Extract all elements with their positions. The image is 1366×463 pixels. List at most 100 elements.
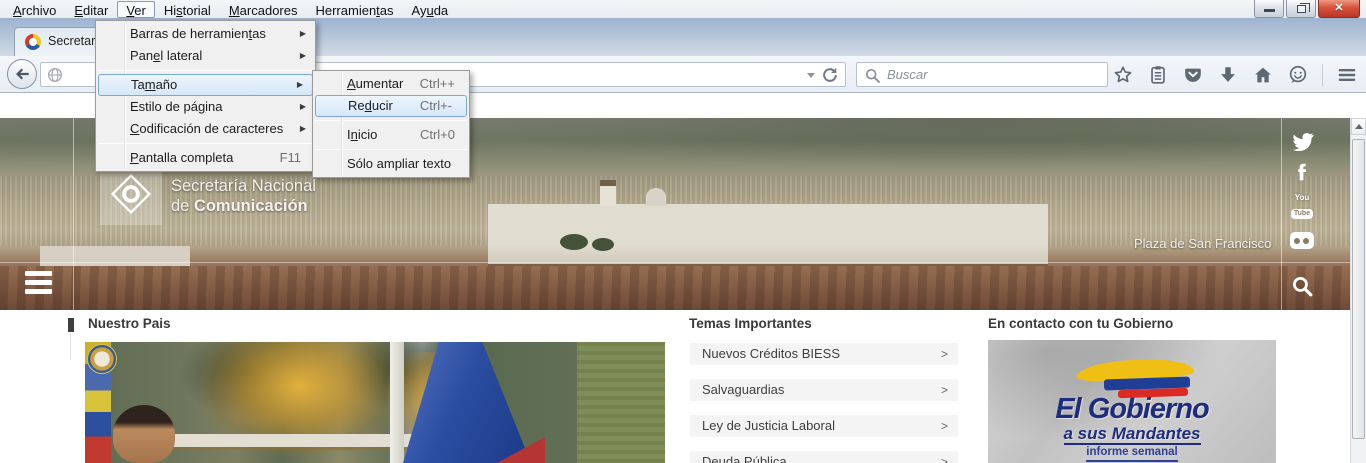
menu-item-codificacion[interactable]: Codificación de caracteres ▶ (96, 118, 315, 140)
youtube-icon: You (1289, 194, 1315, 202)
site-logo-line2: de Comunicación (171, 196, 316, 216)
menu-item-panel-lateral[interactable]: Panel lateral ▶ (96, 45, 315, 67)
menubar-item-ver[interactable]: Ver (117, 1, 155, 18)
menu-shortcut: Ctrl+0 (420, 124, 455, 146)
hamburger-icon (25, 289, 52, 294)
restore-button[interactable] (1286, 0, 1316, 18)
photo-wallpaper (577, 342, 665, 463)
menu-item-label: Barras de herramientas (130, 26, 266, 41)
menu-separator (98, 70, 313, 71)
clipboard-list-icon (1147, 64, 1169, 86)
chevron-right-icon: > (941, 415, 948, 437)
menubar-item-ayuda[interactable]: Ayuda (403, 1, 458, 18)
hamburger-icon (25, 280, 52, 285)
flag-ribbon (988, 340, 1276, 394)
banner-menu-button[interactable] (25, 271, 52, 298)
menu-separator (315, 120, 467, 121)
menu-item-label: Panel lateral (130, 48, 202, 63)
download-arrow-icon (1217, 64, 1239, 86)
section-title-contacto: En contacto con tu Gobierno (988, 316, 1173, 331)
pocket-button[interactable] (1182, 64, 1204, 86)
globe-icon[interactable] (47, 67, 63, 83)
reading-list-button[interactable] (1147, 64, 1169, 86)
chevron-right-icon: > (941, 451, 948, 463)
back-arrow-icon (12, 64, 32, 84)
home-button[interactable] (1252, 64, 1274, 86)
temas-item-salvaguardias[interactable]: Salvaguardias > (690, 379, 958, 401)
submenu-arrow-icon: ▶ (297, 75, 303, 95)
smiley-chat-icon (1287, 64, 1309, 86)
submenu-arrow-icon: ▶ (300, 96, 306, 118)
secom-emblem-icon (108, 171, 154, 217)
star-icon (1112, 64, 1134, 86)
bookmark-star-button[interactable] (1112, 64, 1134, 86)
site-logo[interactable] (100, 163, 162, 225)
ver-menu: Barras de herramientas ▶ Panel lateral ▶… (95, 20, 316, 172)
chevron-right-icon: > (941, 379, 948, 401)
menu-item-pantalla-completa[interactable]: Pantalla completa F11 (96, 147, 315, 169)
menubar-item-archivo[interactable]: Archivo (4, 1, 65, 18)
menu-item-label: Pantalla completa (130, 150, 233, 165)
youtube-link[interactable]: You Tube (1289, 194, 1315, 220)
banner-caption: Plaza de San Francisco (1134, 236, 1271, 251)
submenu-arrow-icon: ▶ (300, 45, 306, 67)
twitter-link[interactable] (1289, 130, 1315, 159)
menu-item-label: Reducir (348, 98, 393, 113)
temas-item-deuda-publica[interactable]: Deuda Pública > (690, 451, 958, 463)
reload-icon[interactable] (821, 66, 839, 84)
toolbar-icons (1112, 56, 1358, 93)
section-title-temas: Temas Importantes (689, 316, 812, 331)
hamburger-icon (25, 271, 52, 276)
temas-item-justicia-laboral[interactable]: Ley de Justicia Laboral > (690, 415, 958, 437)
menu-shortcut: F11 (280, 147, 301, 169)
search-bar[interactable]: Buscar (856, 62, 1108, 87)
close-button[interactable]: ✕ (1318, 0, 1360, 18)
menu-bar: Archivo Editar Ver Historial Marcadores … (0, 0, 1366, 18)
menu-item-estilo-de-pagina[interactable]: Estilo de página ▶ (96, 96, 315, 118)
back-button[interactable] (7, 59, 37, 89)
menubar-item-herramientas[interactable]: Herramientas (306, 1, 402, 18)
menu-item-label: Codificación de caracteres (130, 121, 283, 136)
toolbar-separator (1322, 64, 1323, 86)
banner-tree (592, 238, 614, 251)
banner-tree (560, 234, 588, 250)
menu-item-reducir[interactable]: Reducir Ctrl+- (315, 95, 467, 117)
menu-item-barras-de-herramientas[interactable]: Barras de herramientas ▶ (96, 23, 315, 45)
banner-horizontal-divider (0, 262, 1350, 263)
gobierno-banner-subtitle: a sus Mandantes (1064, 424, 1201, 445)
home-icon (1252, 64, 1274, 86)
minimize-button[interactable] (1254, 0, 1284, 18)
menu-item-aumentar[interactable]: Aumentar Ctrl++ (313, 73, 469, 95)
news-photo[interactable] (85, 342, 665, 463)
menu-item-solo-ampliar-texto[interactable]: Sólo ampliar texto (313, 153, 469, 175)
menubar-item-historial[interactable]: Historial (155, 1, 220, 18)
facebook-link[interactable] (1289, 160, 1315, 189)
search-icon (1290, 274, 1315, 299)
menubar-item-marcadores[interactable]: Marcadores (220, 1, 307, 18)
page-scrollbar[interactable] (1350, 118, 1366, 463)
site-logo-line1: Secretaría Nacional (171, 176, 316, 196)
menu-separator (315, 149, 467, 150)
menu-separator (98, 143, 313, 144)
banner-search-button[interactable] (1289, 274, 1315, 304)
menu-item-inicio[interactable]: Inicio Ctrl+0 (313, 124, 469, 146)
scrollbar-thumb[interactable] (1352, 139, 1365, 439)
close-icon: ✕ (1319, 0, 1359, 17)
menubar-item-editar[interactable]: Editar (65, 1, 117, 18)
section-title-nuestro-pais: Nuestro Pais (88, 316, 171, 331)
photo-window-frame (390, 342, 404, 463)
flickr-link[interactable] (1289, 232, 1315, 249)
temas-item-biess[interactable]: Nuevos Créditos BIESS > (690, 343, 958, 365)
urlbar-dropdown-icon[interactable] (807, 73, 815, 78)
tamano-submenu: Aumentar Ctrl++ Reducir Ctrl+- Inicio Ct… (312, 70, 470, 178)
temas-item-label: Nuevos Créditos BIESS (702, 346, 840, 361)
scrollbar-up-button[interactable] (1351, 118, 1366, 135)
downloads-button[interactable] (1217, 64, 1239, 86)
section-rule (70, 333, 71, 359)
search-icon[interactable] (864, 67, 881, 84)
menu-item-tamano[interactable]: Tamaño ▶ (98, 74, 313, 96)
site-logo-text[interactable]: Secretaría Nacional de Comunicación (171, 176, 316, 216)
hello-button[interactable] (1287, 64, 1309, 86)
gobierno-banner[interactable]: El Gobierno a sus Mandantes informe sema… (988, 340, 1276, 463)
menu-button[interactable] (1336, 64, 1358, 86)
